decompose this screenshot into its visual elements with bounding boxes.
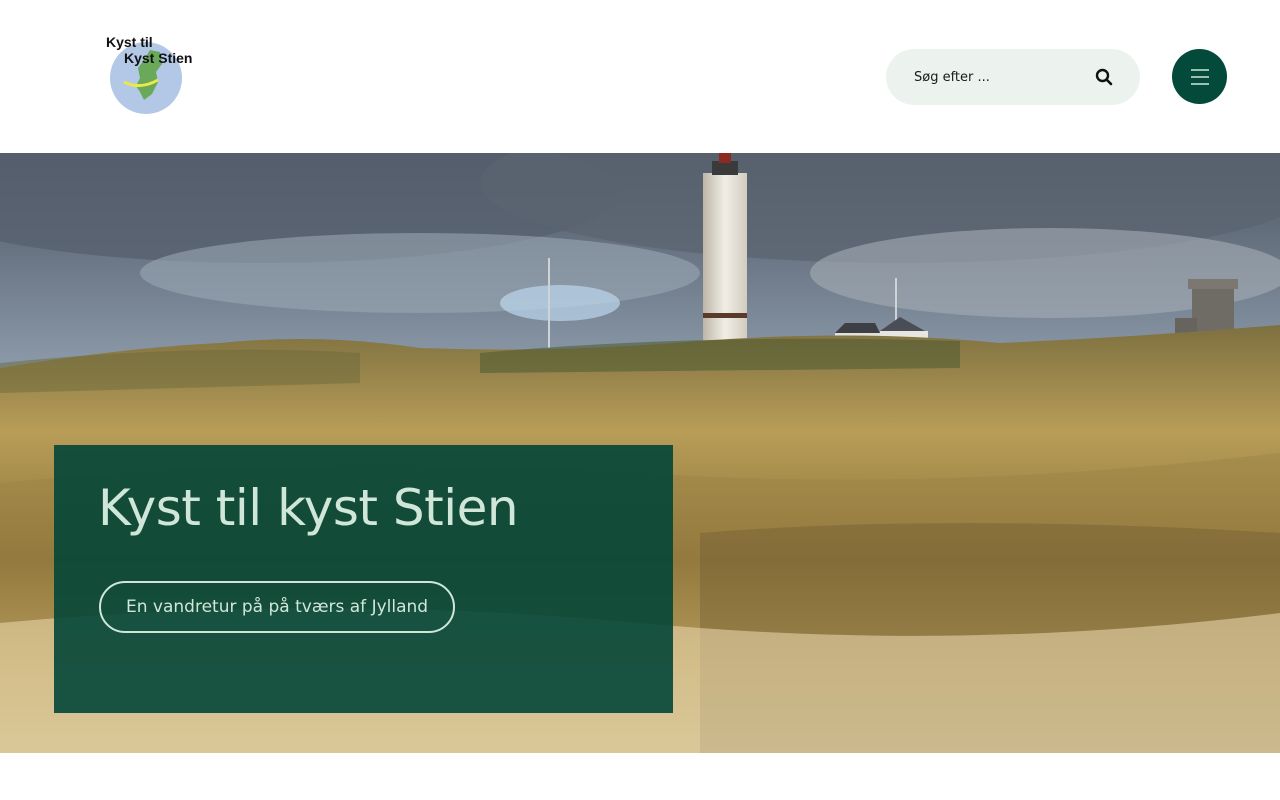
menu-button[interactable] (1172, 49, 1227, 104)
search-icon (1095, 68, 1113, 86)
site-logo[interactable]: Kyst til Kyst Stien (104, 32, 200, 116)
site-header: Kyst til Kyst Stien (0, 0, 1280, 153)
hero-title: Kyst til kyst Stien (98, 479, 519, 537)
hero-cta-button[interactable]: En vandretur på på tværs af Jylland (99, 581, 456, 633)
hamburger-menu-icon (1190, 68, 1209, 85)
logo-text-line2: Kyst Stien (124, 50, 193, 66)
hero-section: Kyst til kyst Stien En vandretur på på t… (0, 153, 1280, 753)
search-button[interactable] (1090, 63, 1118, 91)
hero-card: Kyst til kyst Stien En vandretur på på t… (54, 445, 673, 713)
search-input[interactable] (914, 63, 1084, 91)
search-bar (886, 49, 1140, 105)
logo-text-line1: Kyst til (106, 34, 153, 50)
